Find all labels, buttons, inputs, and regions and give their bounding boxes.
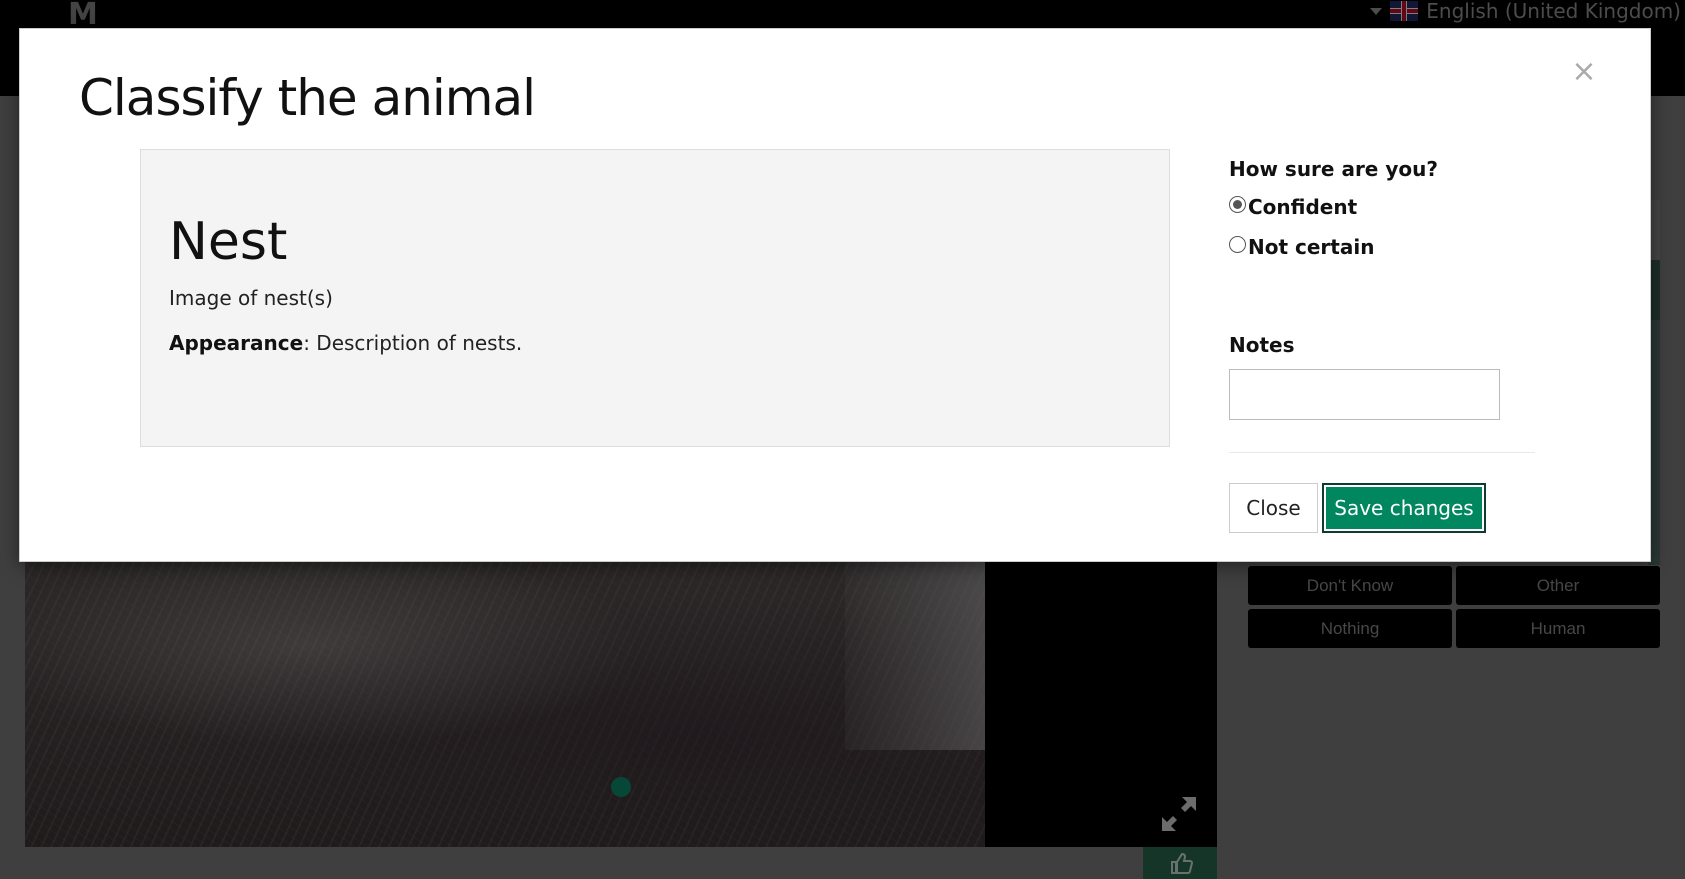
close-icon[interactable]: ×	[1569, 57, 1599, 87]
notes-input[interactable]	[1229, 369, 1500, 420]
modal-title: Classify the animal	[79, 69, 536, 127]
radio-checked-icon[interactable]	[1229, 195, 1246, 213]
radio-unchecked-icon[interactable]	[1229, 235, 1246, 253]
radio-confident-label: Confident	[1248, 195, 1358, 219]
species-appearance: Appearance: Description of nests.	[169, 331, 522, 355]
species-info-panel: Nest Image of nest(s) Appearance: Descri…	[140, 149, 1170, 447]
appearance-label: Appearance	[169, 331, 304, 355]
radio-not-certain-label: Not certain	[1248, 235, 1375, 259]
species-description: Image of nest(s)	[169, 286, 333, 310]
appearance-text: : Description of nests.	[303, 331, 523, 355]
species-name: Nest	[169, 212, 288, 272]
save-changes-button[interactable]: Save changes	[1322, 483, 1486, 533]
radio-not-certain[interactable]: Not certain	[1229, 235, 1374, 259]
classify-modal: Classify the animal × Nest Image of nest…	[19, 28, 1651, 562]
confidence-question: How sure are you?	[1229, 157, 1438, 181]
notes-label: Notes	[1229, 333, 1295, 357]
radio-confident[interactable]: Confident	[1229, 195, 1357, 219]
footer-divider	[1229, 452, 1535, 453]
close-button[interactable]: Close	[1229, 483, 1318, 533]
